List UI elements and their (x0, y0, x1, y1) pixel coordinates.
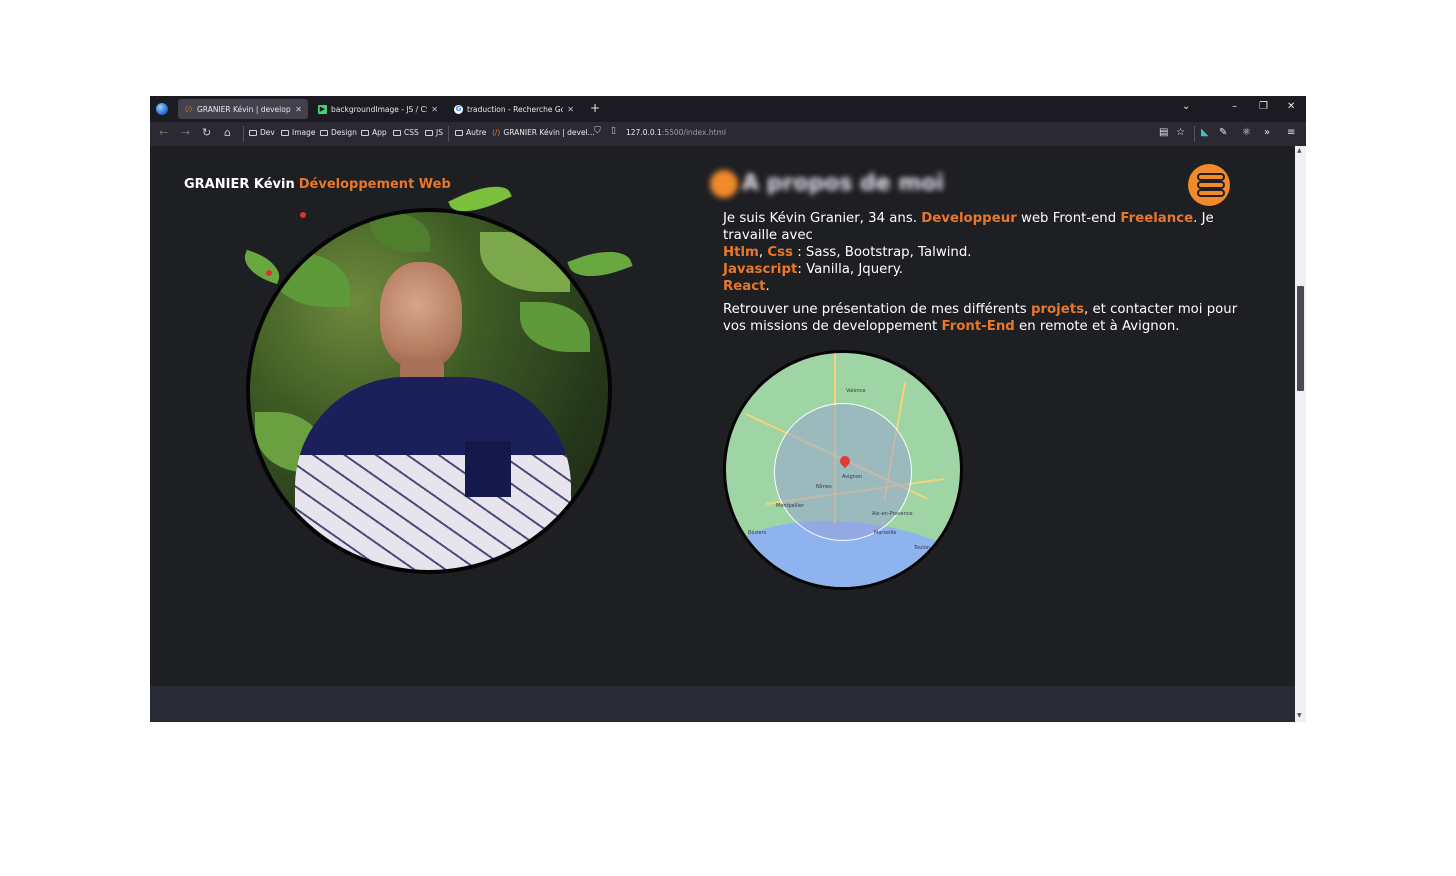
folder-icon (320, 129, 328, 136)
leaf-decoration (567, 241, 633, 287)
bookmark-star-icon[interactable]: ☆ (1176, 127, 1185, 138)
folder-icon (425, 129, 433, 136)
about-text: Je suis Kévin Granier, 34 ans. Developpe… (723, 210, 1243, 341)
toolbar-separator (448, 126, 449, 142)
menu-bar-icon (1197, 173, 1225, 181)
intro-paragraph: Je suis Kévin Granier, 34 ans. Developpe… (723, 211, 1214, 294)
tab-list-chevron-icon[interactable]: ⌄ (1182, 101, 1190, 112)
scroll-up-arrow-icon[interactable]: ▲ (1297, 147, 1302, 154)
map-city-label: Aix-en-Provence (872, 511, 913, 517)
more-tools-icon[interactable]: » (1264, 127, 1270, 138)
code-favicon-icon: ⟨/⟩ (184, 105, 193, 113)
skill-css: Css (767, 245, 793, 260)
react-devtools-icon[interactable]: ⚛ (1242, 127, 1251, 138)
url-path: :5500/index.html (661, 128, 726, 137)
codepen-favicon-icon: ▶ (318, 104, 327, 114)
skill-html: Htlm (723, 245, 759, 260)
map-city-label: Nîmes (816, 484, 832, 490)
scrollbar-thumb[interactable] (1297, 286, 1304, 391)
about-title-text: A propos de moi (742, 171, 944, 196)
map-city-label: Avignon (842, 474, 863, 480)
reload-button[interactable]: ↻ (202, 126, 211, 139)
page-info-icon[interactable]: ▯ (611, 126, 616, 136)
folder-icon (393, 129, 401, 136)
home-button[interactable]: ⌂ (224, 126, 231, 139)
bookmark-design[interactable]: Design (320, 128, 357, 137)
extension-icon[interactable]: ◣ (1201, 127, 1209, 138)
site-logo[interactable]: GRANIER Kévin Développement Web (184, 177, 451, 192)
shirt (295, 377, 571, 570)
location-map: Valence Avignon Nîmes Montpellier Aix-en… (723, 350, 963, 590)
page-scrollbar[interactable]: ▲ ▼ (1295, 146, 1306, 722)
bookmark-js[interactable]: JS (425, 128, 443, 137)
tab-codepen[interactable]: ▶ backgroundImage - JS / CSS - P ✕ (312, 99, 444, 119)
brand-tagline: Développement Web (298, 177, 451, 192)
flower-decoration (266, 270, 272, 276)
shield-icon[interactable]: ⛉ (594, 126, 601, 136)
map-city-label: Valence (846, 388, 866, 394)
back-button[interactable]: ← (159, 126, 168, 139)
toolbar-separator (243, 126, 244, 142)
map-city-label: Marseille (874, 530, 897, 536)
bookmark-image[interactable]: Image (281, 128, 316, 137)
skill-react: React (723, 279, 766, 294)
highlight-freelance: Freelance (1120, 211, 1194, 226)
close-tab-icon[interactable]: ✕ (431, 105, 438, 114)
bookmark-dev[interactable]: Dev (249, 128, 275, 137)
skill-javascript: Javascript (723, 262, 798, 277)
about-title: A propos de moi (710, 170, 944, 198)
contact-paragraph: Retrouver une présentation de mes différ… (723, 302, 1238, 334)
folder-icon (455, 129, 463, 136)
app-menu-icon[interactable]: ≡ (1287, 127, 1295, 138)
map-city-label: Toulon (914, 545, 931, 551)
face (380, 262, 462, 368)
bookmark-autre[interactable]: Autre (455, 128, 486, 137)
forward-button[interactable]: → (181, 126, 190, 139)
tab-title: GRANIER Kévin | developpeur w (197, 104, 291, 114)
code-favicon-icon: ⟨/⟩ (492, 128, 501, 137)
brand-name: GRANIER Kévin (184, 177, 295, 192)
url-host: 127.0.0.1 (626, 128, 662, 137)
flower-decoration (300, 212, 306, 218)
firefox-icon[interactable] (156, 103, 168, 115)
service-radius-circle (774, 403, 912, 541)
bookmark-portfolio[interactable]: ⟨/⟩ GRANIER Kévin | devel... (492, 128, 595, 137)
footer-band (150, 686, 1295, 722)
bookmark-css[interactable]: CSS (393, 128, 419, 137)
folder-icon (249, 129, 257, 136)
new-tab-button[interactable]: + (590, 101, 600, 115)
tab-portfolio[interactable]: ⟨/⟩ GRANIER Kévin | developpeur w ✕ (178, 99, 308, 119)
url-bar[interactable]: 127.0.0.1:5500/index.html (626, 128, 726, 137)
google-favicon-icon: G (454, 104, 463, 114)
tab-title: backgroundImage - JS / CSS - P (331, 104, 427, 114)
highlight-developpeur: Developpeur (921, 211, 1017, 226)
folder-icon (361, 129, 369, 136)
bookmark-app[interactable]: App (361, 128, 387, 137)
menu-bar-icon (1197, 181, 1225, 189)
tab-google[interactable]: G traduction - Recherche Google ✕ (448, 99, 580, 119)
minimize-button[interactable]: – (1232, 101, 1237, 112)
scroll-down-arrow-icon[interactable]: ▼ (1297, 712, 1302, 719)
reader-view-icon[interactable]: ▤ (1159, 127, 1168, 138)
close-window-button[interactable]: ✕ (1287, 101, 1295, 112)
map-city-label: Montpellier (776, 503, 805, 509)
highlight-projets: projets (1030, 302, 1084, 317)
color-picker-icon[interactable]: ✎ (1219, 127, 1227, 138)
navigation-toolbar: ← → ↻ ⌂ Dev Image Design App CSS JS Autr… (150, 122, 1306, 146)
highlight-front-end: Front-End (941, 319, 1015, 334)
close-tab-icon[interactable]: ✕ (295, 105, 302, 114)
close-tab-icon[interactable]: ✕ (567, 105, 574, 114)
folder-icon (281, 129, 289, 136)
page-content: GRANIER Kévin Développement Web A propos … (150, 146, 1295, 722)
tab-strip: ⟨/⟩ GRANIER Kévin | developpeur w ✕ ▶ ba… (150, 96, 1306, 122)
tab-title: traduction - Recherche Google (467, 104, 564, 114)
menu-button[interactable] (1188, 164, 1230, 206)
map-city-label: Béziers (748, 530, 767, 536)
title-ball-icon (710, 170, 738, 198)
restore-button[interactable]: ❐ (1259, 101, 1268, 112)
profile-photo (246, 208, 612, 574)
menu-bar-icon (1197, 189, 1225, 197)
toolbar-separator (1194, 126, 1195, 142)
browser-window: ⟨/⟩ GRANIER Kévin | developpeur w ✕ ▶ ba… (150, 96, 1306, 722)
